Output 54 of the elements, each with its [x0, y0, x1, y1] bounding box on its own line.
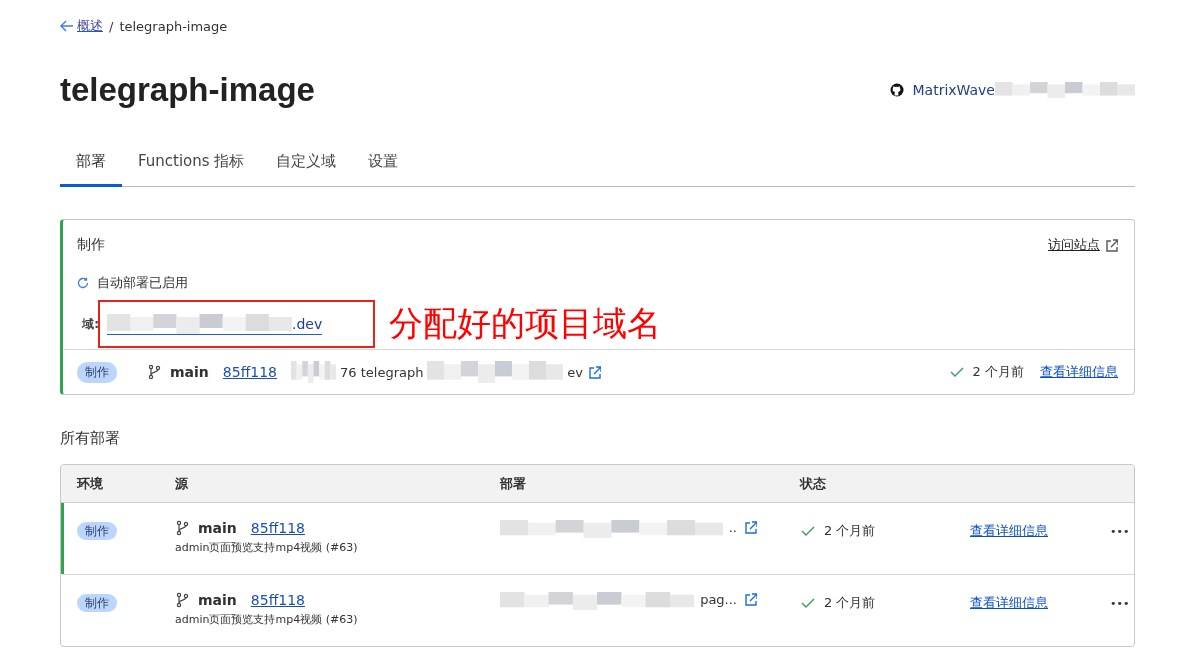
- branch-name: main: [170, 364, 209, 380]
- back-arrow-icon: [60, 20, 74, 32]
- environment-badge: 制作: [77, 594, 117, 612]
- commit-link[interactable]: 85ff118: [250, 592, 305, 608]
- environment-badge: 制作: [77, 361, 117, 383]
- visit-site-link[interactable]: 访问站点: [1048, 236, 1118, 254]
- external-link-icon: [587, 365, 601, 379]
- status-time: 2 个月前: [824, 594, 876, 612]
- breadcrumb-separator: /: [109, 18, 114, 34]
- external-link-icon: [743, 592, 757, 606]
- refresh-icon: [77, 277, 89, 289]
- view-details-link[interactable]: 查看详细信息: [970, 523, 1048, 538]
- branch-icon: [175, 520, 190, 536]
- commit-link[interactable]: 85ff118: [250, 520, 305, 536]
- commit-message: admin页面预览支持mp4视频 (#63): [175, 540, 359, 555]
- view-details-link[interactable]: 查看详细信息: [970, 595, 1048, 610]
- domain-label: 域:: [80, 315, 99, 333]
- section-heading: 制作: [77, 236, 105, 254]
- branch-icon: [147, 364, 162, 380]
- column-header: 状态: [798, 474, 827, 493]
- commit-message: admin页面预览支持mp4视频 (#63): [175, 612, 359, 627]
- external-link-icon: [1104, 238, 1118, 252]
- section-heading: 所有部署: [60, 429, 121, 448]
- status-time: 2 个月前: [824, 522, 876, 540]
- deployment-url[interactable]: pag...: [700, 592, 737, 607]
- branch-name: main: [198, 592, 237, 608]
- more-button[interactable]: •••: [1108, 593, 1132, 614]
- page-title: telegraph-image: [60, 71, 315, 109]
- redaction-mosaic: [291, 361, 336, 383]
- tab[interactable]: Functions 指标: [122, 142, 261, 187]
- deployment-url[interactable]: 76 telegraph: [340, 364, 424, 380]
- back-link[interactable]: 概述: [60, 17, 103, 35]
- status-time: 2 个月前: [972, 363, 1024, 381]
- deployment-url[interactable]: ev: [567, 364, 583, 380]
- annotation-text: 分配好的项目域名: [389, 302, 661, 345]
- column-header: 部署: [499, 474, 527, 493]
- external-link-icon: [743, 520, 757, 534]
- more-button[interactable]: •••: [1108, 521, 1132, 542]
- column-header: 环境: [75, 474, 104, 493]
- column-header: 源: [174, 474, 189, 493]
- tab[interactable]: 部署: [60, 142, 122, 187]
- tab[interactable]: 设置: [352, 142, 415, 187]
- github-icon: [890, 83, 905, 97]
- branch-icon: [175, 592, 190, 608]
- auto-deploy-status: 自动部署已启用: [97, 274, 188, 292]
- domain-link[interactable]: .dev: [292, 315, 323, 332]
- branch-name: main: [198, 520, 237, 536]
- owner-name[interactable]: MatrixWave: [912, 82, 995, 98]
- deployment-url[interactable]: ..: [728, 520, 737, 535]
- view-details-link[interactable]: 查看详细信息: [1040, 363, 1118, 381]
- environment-badge: 制作: [77, 522, 117, 540]
- breadcrumb-current: telegraph-image: [119, 18, 228, 34]
- tab[interactable]: 自定义域: [260, 142, 353, 187]
- commit-link[interactable]: 85ff118: [222, 364, 277, 380]
